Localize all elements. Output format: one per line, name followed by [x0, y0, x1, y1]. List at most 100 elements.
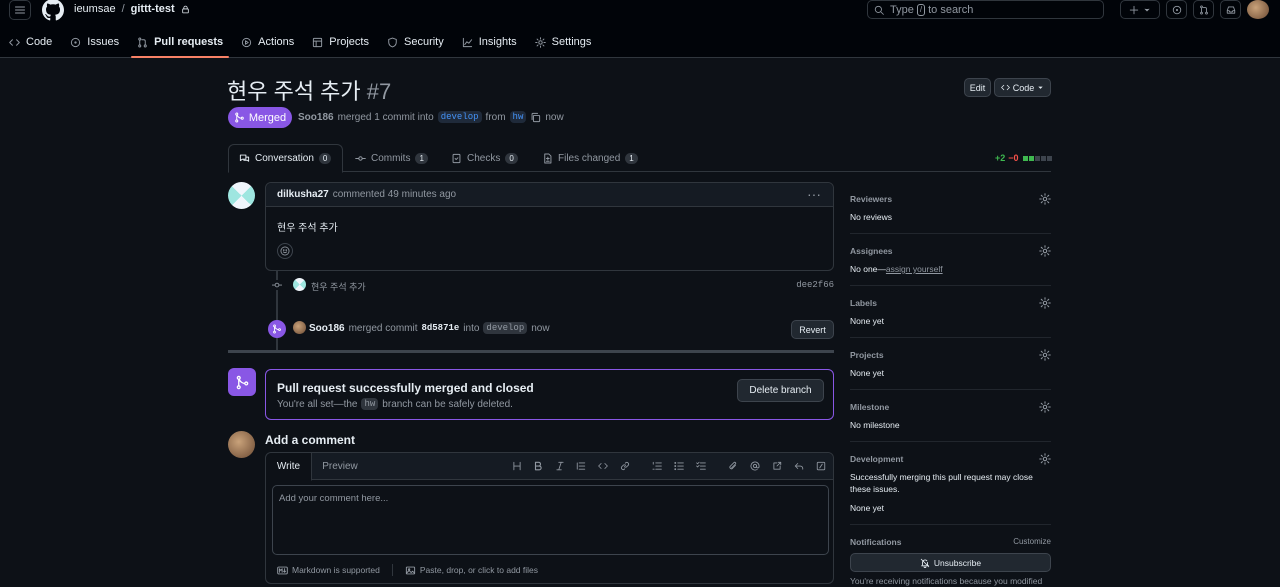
tab-actions[interactable]: Actions	[232, 30, 303, 54]
code-icon	[1000, 84, 1010, 91]
checklist-icon	[452, 153, 461, 163]
merge-text: merged 1 commit into	[337, 111, 434, 123]
gear-icon[interactable]	[1039, 245, 1051, 257]
italic-icon[interactable]	[554, 460, 566, 472]
merge-status-title: Pull request successfully merged and clo…	[277, 381, 534, 395]
code-icon[interactable]	[597, 460, 609, 472]
commit-message[interactable]: 현우 주석 추가	[311, 280, 366, 293]
header-row: ieumsae / gittt-test Type / to search	[0, 0, 1280, 22]
current-user-avatar[interactable]	[228, 431, 255, 458]
code-button[interactable]: Code	[994, 78, 1051, 97]
tab-preview[interactable]: Preview	[322, 453, 358, 480]
copy-icon[interactable]	[530, 112, 541, 123]
diff-square-neutral	[1046, 155, 1052, 161]
gear-icon[interactable]	[1039, 453, 1051, 465]
task-list-icon[interactable]	[695, 460, 707, 472]
author-link[interactable]: Soo186	[298, 112, 334, 123]
ordered-list-icon[interactable]	[651, 460, 663, 472]
unordered-list-icon[interactable]	[673, 460, 685, 472]
attach-icon[interactable]	[727, 460, 739, 472]
gear-icon[interactable]	[1039, 193, 1051, 205]
menu-button[interactable]	[9, 0, 31, 20]
github-logo-icon[interactable]	[42, 0, 64, 21]
merger-name[interactable]: Soo186	[309, 323, 345, 334]
issues-shortcut-button[interactable]	[1166, 0, 1187, 19]
diff-square-added	[1028, 155, 1034, 161]
tab-insights[interactable]: Insights	[453, 30, 526, 54]
sidebar-labels: Labels None yet	[850, 286, 1051, 338]
git-merge-icon	[235, 112, 244, 123]
slash-commands-icon[interactable]	[815, 460, 827, 472]
merge-target-branch[interactable]: develop	[483, 322, 528, 334]
attach-files-note[interactable]: Paste, drop, or click to add files	[420, 565, 538, 575]
git-merge-icon	[236, 375, 248, 389]
tab-commits[interactable]: Commits 1	[345, 144, 438, 172]
tab-files-changed[interactable]: Files changed 1	[532, 144, 648, 172]
owner-link[interactable]: ieumsae	[74, 3, 116, 15]
cross-reference-icon[interactable]	[771, 460, 783, 472]
pull-requests-shortcut-button[interactable]	[1193, 0, 1214, 19]
search-input[interactable]: Type / to search	[867, 0, 1104, 19]
base-branch[interactable]: develop	[437, 111, 482, 123]
edit-button[interactable]: Edit	[964, 78, 991, 97]
gear-icon[interactable]	[1039, 297, 1051, 309]
head-branch[interactable]: hw	[509, 111, 527, 123]
kebab-icon[interactable]: ···	[807, 186, 821, 202]
tab-checks[interactable]: Checks 0	[441, 144, 528, 172]
bold-icon[interactable]	[532, 460, 544, 472]
tab-label: Projects	[329, 36, 369, 48]
sidebar-projects: Projects None yet	[850, 338, 1051, 390]
code-icon	[9, 38, 20, 46]
link-icon[interactable]	[619, 460, 631, 472]
user-avatar[interactable]	[1247, 0, 1269, 19]
unsubscribe-button[interactable]: Unsubscribe	[850, 553, 1051, 572]
tab-security[interactable]: Security	[378, 30, 453, 54]
markdown-note[interactable]: Markdown is supported	[292, 565, 380, 575]
mention-icon[interactable]	[749, 460, 761, 472]
tab-pull-requests[interactable]: Pull requests	[128, 30, 232, 58]
assignees-none: No one—	[850, 264, 886, 274]
sidebar-heading[interactable]: Labels	[850, 298, 877, 308]
revert-button[interactable]: Revert	[791, 320, 834, 339]
create-new-button[interactable]	[1120, 0, 1160, 19]
add-reaction-button[interactable]	[277, 243, 293, 259]
comment-textarea[interactable]: Add your comment here...	[272, 485, 829, 555]
tab-count: 1	[415, 152, 428, 164]
tab-label: Files changed	[558, 152, 621, 164]
commit-sha[interactable]: dee2f66	[796, 280, 834, 290]
git-pull-request-icon	[1199, 5, 1208, 14]
tab-write[interactable]: Write	[266, 453, 312, 481]
status-badge: Merged	[228, 107, 292, 128]
assign-yourself-link[interactable]: assign yourself	[886, 264, 943, 274]
editor-tabs: Write Preview	[266, 453, 833, 481]
diff-square-added	[1022, 155, 1028, 161]
gear-icon[interactable]	[1039, 349, 1051, 361]
delete-branch-button[interactable]: Delete branch	[737, 379, 824, 402]
heading-icon[interactable]	[511, 460, 523, 472]
tab-projects[interactable]: Projects	[303, 30, 378, 54]
merge-time: now	[545, 111, 564, 123]
comment-author[interactable]: dilkusha27	[277, 189, 329, 200]
diff-square-neutral	[1034, 155, 1040, 161]
quote-icon[interactable]	[575, 460, 587, 472]
sidebar-heading[interactable]: Projects	[850, 350, 884, 360]
merge-commit-sha[interactable]: 8d5871e	[421, 323, 459, 333]
customize-link[interactable]: Customize	[1013, 537, 1051, 546]
merge-status-suffix: branch can be safely deleted.	[382, 398, 513, 410]
tab-issues[interactable]: Issues	[61, 30, 128, 54]
sidebar-heading[interactable]: Reviewers	[850, 194, 892, 204]
commenter-avatar[interactable]	[228, 182, 255, 209]
tab-settings[interactable]: Settings	[526, 30, 601, 54]
commit-author-avatar[interactable]	[293, 278, 306, 291]
saved-replies-icon[interactable]	[793, 460, 805, 472]
inbox-button[interactable]	[1220, 0, 1241, 19]
tab-conversation[interactable]: Conversation 0	[228, 144, 343, 173]
hamburger-icon	[14, 6, 26, 14]
sidebar-heading[interactable]: Development	[850, 454, 903, 464]
sidebar-heading[interactable]: Milestone	[850, 402, 889, 412]
tab-code[interactable]: Code	[0, 30, 61, 54]
gear-icon[interactable]	[1039, 401, 1051, 413]
repo-link[interactable]: gittt-test	[131, 3, 175, 15]
sidebar-heading[interactable]: Assignees	[850, 246, 893, 256]
merger-avatar[interactable]	[293, 321, 306, 334]
